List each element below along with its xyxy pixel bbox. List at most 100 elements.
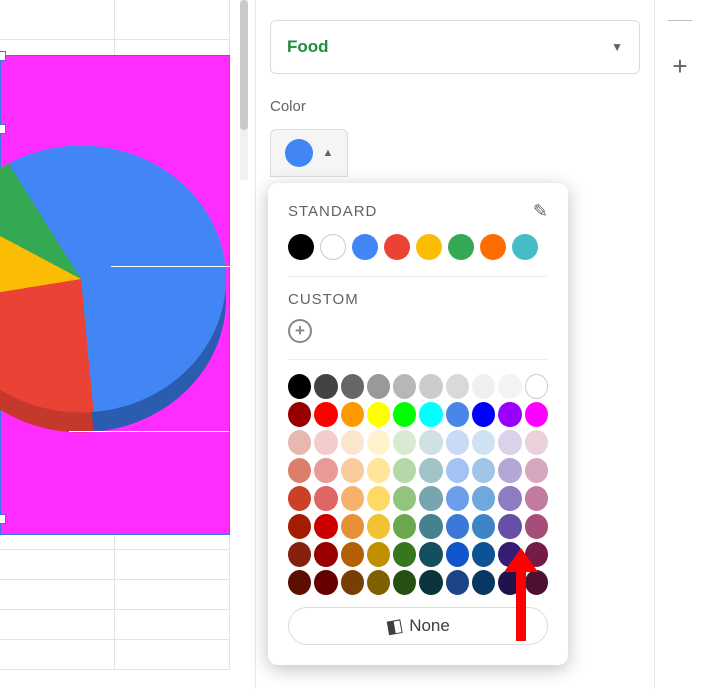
palette-color-swatch[interactable] (498, 402, 521, 427)
palette-color-swatch[interactable] (314, 430, 337, 455)
caret-up-icon: ▲ (323, 147, 334, 159)
annotation-arrow-stem (516, 563, 526, 641)
edit-icon[interactable]: ✎ (533, 201, 548, 222)
palette-color-swatch[interactable] (288, 514, 311, 539)
palette-color-swatch[interactable] (419, 430, 442, 455)
palette-color-swatch[interactable] (341, 402, 364, 427)
palette-color-swatch[interactable] (419, 374, 442, 399)
palette-color-swatch[interactable] (314, 402, 337, 427)
palette-color-swatch[interactable] (393, 542, 416, 567)
palette-color-swatch[interactable] (341, 430, 364, 455)
theme-color-swatch[interactable] (448, 234, 474, 260)
palette-color-swatch[interactable] (288, 458, 311, 483)
palette-color-swatch[interactable] (288, 570, 311, 595)
theme-color-swatch[interactable] (384, 234, 410, 260)
theme-color-swatch[interactable] (320, 234, 346, 260)
palette-color-swatch[interactable] (393, 430, 416, 455)
palette-color-swatch[interactable] (472, 486, 495, 511)
theme-color-swatch[interactable] (512, 234, 538, 260)
palette-color-swatch[interactable] (341, 542, 364, 567)
palette-color-swatch[interactable] (288, 430, 311, 455)
palette-color-swatch[interactable] (446, 542, 469, 567)
palette-color-swatch[interactable] (419, 514, 442, 539)
none-button[interactable]: ◧ None (288, 607, 548, 645)
add-side-panel-icon[interactable]: + (672, 51, 687, 82)
palette-color-swatch[interactable] (525, 570, 548, 595)
palette-color-swatch[interactable] (446, 402, 469, 427)
palette-color-swatch[interactable] (472, 570, 495, 595)
palette-color-swatch[interactable] (314, 458, 337, 483)
add-custom-color-button[interactable]: + (288, 319, 312, 343)
palette-color-swatch[interactable] (288, 374, 311, 399)
palette-color-swatch[interactable] (446, 570, 469, 595)
palette-color-swatch[interactable] (498, 430, 521, 455)
palette-color-swatch[interactable] (498, 486, 521, 511)
palette-color-swatch[interactable] (341, 458, 364, 483)
palette-color-swatch[interactable] (367, 542, 390, 567)
palette-color-swatch[interactable] (525, 402, 548, 427)
palette-color-swatch[interactable] (498, 514, 521, 539)
palette-color-swatch[interactable] (446, 514, 469, 539)
palette-color-swatch[interactable] (472, 374, 495, 399)
palette-color-swatch[interactable] (525, 514, 548, 539)
palette-color-swatch[interactable] (472, 514, 495, 539)
custom-section-title: CUSTOM (288, 291, 359, 308)
palette-color-swatch[interactable] (367, 486, 390, 511)
palette-color-swatch[interactable] (472, 458, 495, 483)
palette-color-swatch[interactable] (341, 570, 364, 595)
palette-color-swatch[interactable] (525, 430, 548, 455)
palette-color-swatch[interactable] (419, 402, 442, 427)
palette-color-swatch[interactable] (446, 486, 469, 511)
palette-color-swatch[interactable] (446, 458, 469, 483)
palette-color-swatch[interactable] (367, 430, 390, 455)
palette-color-swatch[interactable] (393, 374, 416, 399)
theme-color-row (288, 234, 548, 260)
palette-color-swatch[interactable] (419, 570, 442, 595)
palette-color-swatch[interactable] (341, 374, 364, 399)
palette-color-swatch[interactable] (393, 458, 416, 483)
palette-color-swatch[interactable] (314, 374, 337, 399)
palette-color-swatch[interactable] (419, 458, 442, 483)
palette-color-swatch[interactable] (419, 486, 442, 511)
chevron-down-icon: ▼ (611, 40, 623, 54)
palette-color-swatch[interactable] (393, 570, 416, 595)
palette-color-swatch[interactable] (472, 542, 495, 567)
palette-color-swatch[interactable] (314, 570, 337, 595)
palette-color-swatch[interactable] (419, 542, 442, 567)
palette-color-swatch[interactable] (525, 374, 548, 399)
palette-color-swatch[interactable] (472, 402, 495, 427)
palette-color-swatch[interactable] (367, 374, 390, 399)
palette-color-swatch[interactable] (393, 486, 416, 511)
theme-color-swatch[interactable] (288, 234, 314, 260)
palette-color-swatch[interactable] (498, 458, 521, 483)
palette-color-swatch[interactable] (314, 514, 337, 539)
palette-color-swatch[interactable] (367, 514, 390, 539)
palette-color-swatch[interactable] (393, 402, 416, 427)
theme-color-swatch[interactable] (416, 234, 442, 260)
palette-color-swatch[interactable] (288, 486, 311, 511)
palette-color-swatch[interactable] (288, 402, 311, 427)
palette-color-swatch[interactable] (393, 514, 416, 539)
palette-color-swatch[interactable] (446, 430, 469, 455)
theme-color-swatch[interactable] (480, 234, 506, 260)
palette-color-swatch[interactable] (367, 402, 390, 427)
chart-selection[interactable] (0, 55, 230, 535)
palette-color-swatch[interactable] (367, 458, 390, 483)
palette-color-swatch[interactable] (341, 514, 364, 539)
scrollbar-thumb[interactable] (240, 0, 248, 130)
palette-color-swatch[interactable] (288, 542, 311, 567)
palette-color-swatch[interactable] (472, 430, 495, 455)
side-divider (668, 20, 692, 21)
divider (288, 276, 548, 277)
palette-color-swatch[interactable] (367, 570, 390, 595)
palette-color-swatch[interactable] (314, 486, 337, 511)
palette-color-swatch[interactable] (498, 374, 521, 399)
palette-color-swatch[interactable] (525, 458, 548, 483)
color-picker-button[interactable]: ▲ (270, 129, 348, 177)
series-select[interactable]: Food ▼ (270, 20, 640, 74)
palette-color-swatch[interactable] (446, 374, 469, 399)
theme-color-swatch[interactable] (352, 234, 378, 260)
palette-color-swatch[interactable] (341, 486, 364, 511)
palette-color-swatch[interactable] (525, 486, 548, 511)
palette-color-swatch[interactable] (314, 542, 337, 567)
